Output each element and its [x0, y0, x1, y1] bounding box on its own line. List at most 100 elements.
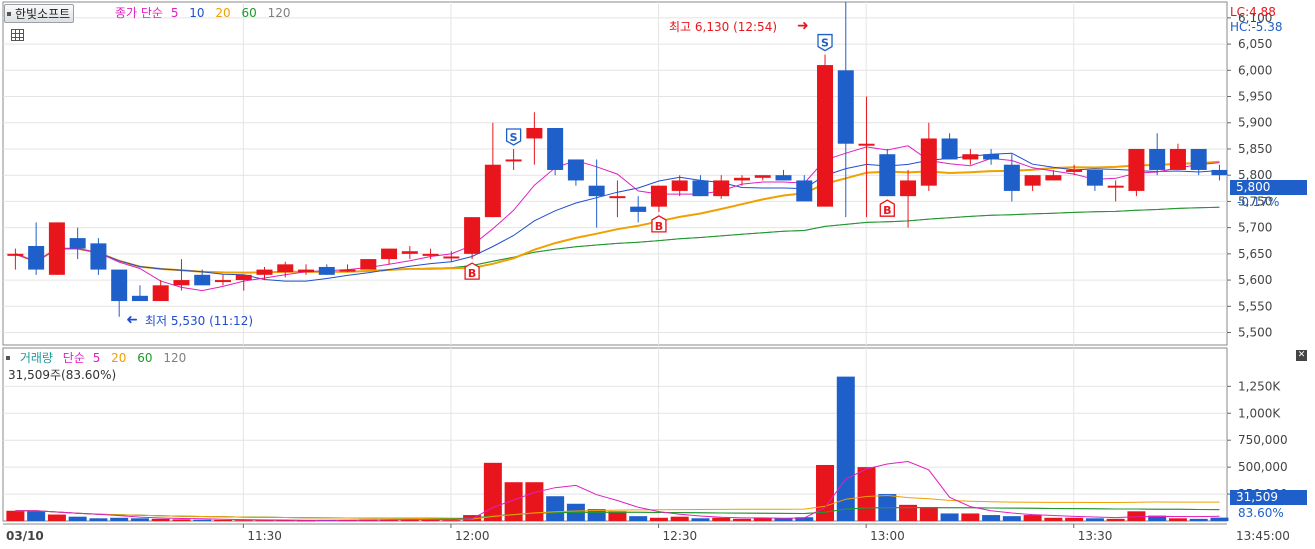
volume-bar: [1044, 517, 1063, 521]
change-percent: -0.17%: [1237, 195, 1280, 209]
candle-body: [671, 180, 688, 191]
volume-bar: [172, 519, 191, 521]
stock-name: 한빛소프트: [15, 7, 71, 21]
volume-bar: [649, 517, 668, 521]
volume-bar: [110, 517, 129, 521]
sell-signal-icon: S: [817, 33, 833, 52]
volume-bar: [691, 518, 710, 521]
volume-bar: [1210, 517, 1229, 521]
candle-body: [962, 154, 979, 160]
volume-bar: [857, 467, 876, 521]
volume-bar: [732, 518, 751, 521]
candle-body: [360, 259, 377, 270]
candle-body: [1003, 164, 1020, 191]
candle-body: [1045, 175, 1062, 181]
candle-body: [1211, 169, 1228, 176]
volume-bar: [1023, 515, 1042, 521]
candle-body: [1169, 148, 1186, 170]
volume-bar: [151, 518, 170, 521]
svg-text:B: B: [468, 267, 476, 280]
time-label: 12:30: [663, 529, 698, 543]
candle-body: [858, 143, 875, 146]
volume-bar: [47, 514, 66, 521]
current-volume: 31,509: [1236, 490, 1278, 504]
sell-signal-icon: S: [505, 128, 522, 146]
time-label: 12:00: [455, 529, 490, 543]
candle-body: [692, 180, 709, 197]
stock-selector-button[interactable]: 한빛소프트: [4, 4, 75, 23]
time-label: 13:00: [870, 529, 905, 543]
candle-body: [28, 245, 45, 270]
close-panel-icon[interactable]: ✕: [1296, 350, 1307, 361]
candle-body: [837, 70, 854, 144]
ma120-label: 120: [267, 6, 291, 20]
volume-bar: [89, 518, 108, 521]
volume-bar: [442, 520, 461, 522]
volume-bar: [1002, 516, 1021, 521]
volume-bar: [712, 517, 731, 521]
ma5-label: 5: [170, 6, 179, 20]
current-price: 5,800: [1236, 180, 1271, 194]
ma10-label: 10: [189, 6, 205, 20]
current-volume-tag: 31,509: [1230, 490, 1307, 505]
volume-tick-label: 500,000: [1238, 460, 1288, 474]
grid-table-icon[interactable]: [11, 29, 24, 41]
volume-legend-prefix: 단순: [62, 351, 85, 365]
volume-bar: [940, 513, 959, 521]
candle-body: [1086, 169, 1103, 186]
ma5-line: [15, 145, 1220, 292]
candle-body: [131, 295, 148, 302]
current-volume-percent: 83.60%: [1238, 506, 1284, 520]
volume-square-icon: [6, 356, 10, 360]
volume-tick-label: 750,000: [1238, 433, 1288, 447]
ma10-line: [15, 152, 1220, 282]
candle-body: [796, 180, 813, 202]
volume-bar: [1189, 518, 1208, 521]
price-tick-label: 5,650: [1238, 247, 1272, 261]
candle-body: [983, 154, 1000, 160]
buy-signal-icon: B: [464, 262, 480, 280]
candle-body: [713, 180, 730, 197]
candle-body: [464, 217, 481, 254]
candle-body: [1024, 175, 1041, 186]
candle-body: [920, 138, 937, 186]
volume-bar: [27, 510, 46, 521]
svg-text:S: S: [821, 37, 829, 50]
lc-label: LC:4.88: [1230, 5, 1276, 19]
volume-bar: [130, 518, 149, 521]
volume-bar: [608, 511, 627, 521]
stock-chart[interactable]: BSBSB 6,1006,0506,0005,9505,9005,8505,80…: [0, 0, 1315, 549]
price-legend-prefix: 종가 단순: [115, 6, 163, 20]
volume-bar: [670, 516, 689, 521]
volume-bar: [1065, 517, 1084, 521]
candle-body: [111, 269, 128, 302]
candle-body: [775, 175, 792, 181]
candle-body: [526, 127, 543, 139]
volume-bar: [1106, 518, 1125, 521]
volume-bar: [1168, 518, 1187, 521]
volume-panel-frame: [2, 347, 1228, 522]
time-label: 13:45:00: [1236, 529, 1290, 543]
price-tick-label: 5,550: [1238, 299, 1272, 313]
candle-body: [443, 256, 460, 259]
price-tick-label: 5,850: [1238, 142, 1272, 156]
candle-body: [277, 264, 294, 273]
candle-body: [7, 253, 24, 256]
candle-body: [381, 248, 398, 260]
candle-body: [173, 280, 190, 286]
candle-body: [900, 180, 917, 197]
candle-body: [214, 280, 231, 283]
price-tick-label: 5,700: [1238, 221, 1272, 235]
volume-bar: [68, 516, 87, 521]
buy-signal-icon: B: [651, 215, 667, 233]
volume-tick-label: 1,250K: [1238, 379, 1281, 393]
candle-body: [48, 222, 65, 275]
candle-body: [547, 127, 564, 170]
volume-title: 거래량: [19, 351, 53, 365]
volume-bar: [546, 496, 565, 521]
svg-text:B: B: [655, 220, 663, 233]
candle-body: [1107, 185, 1124, 188]
high-arrow-icon: ➜: [797, 18, 809, 34]
volume-legend: 거래량 단순 5 20 60 120: [6, 351, 193, 365]
candle-body: [401, 251, 418, 254]
